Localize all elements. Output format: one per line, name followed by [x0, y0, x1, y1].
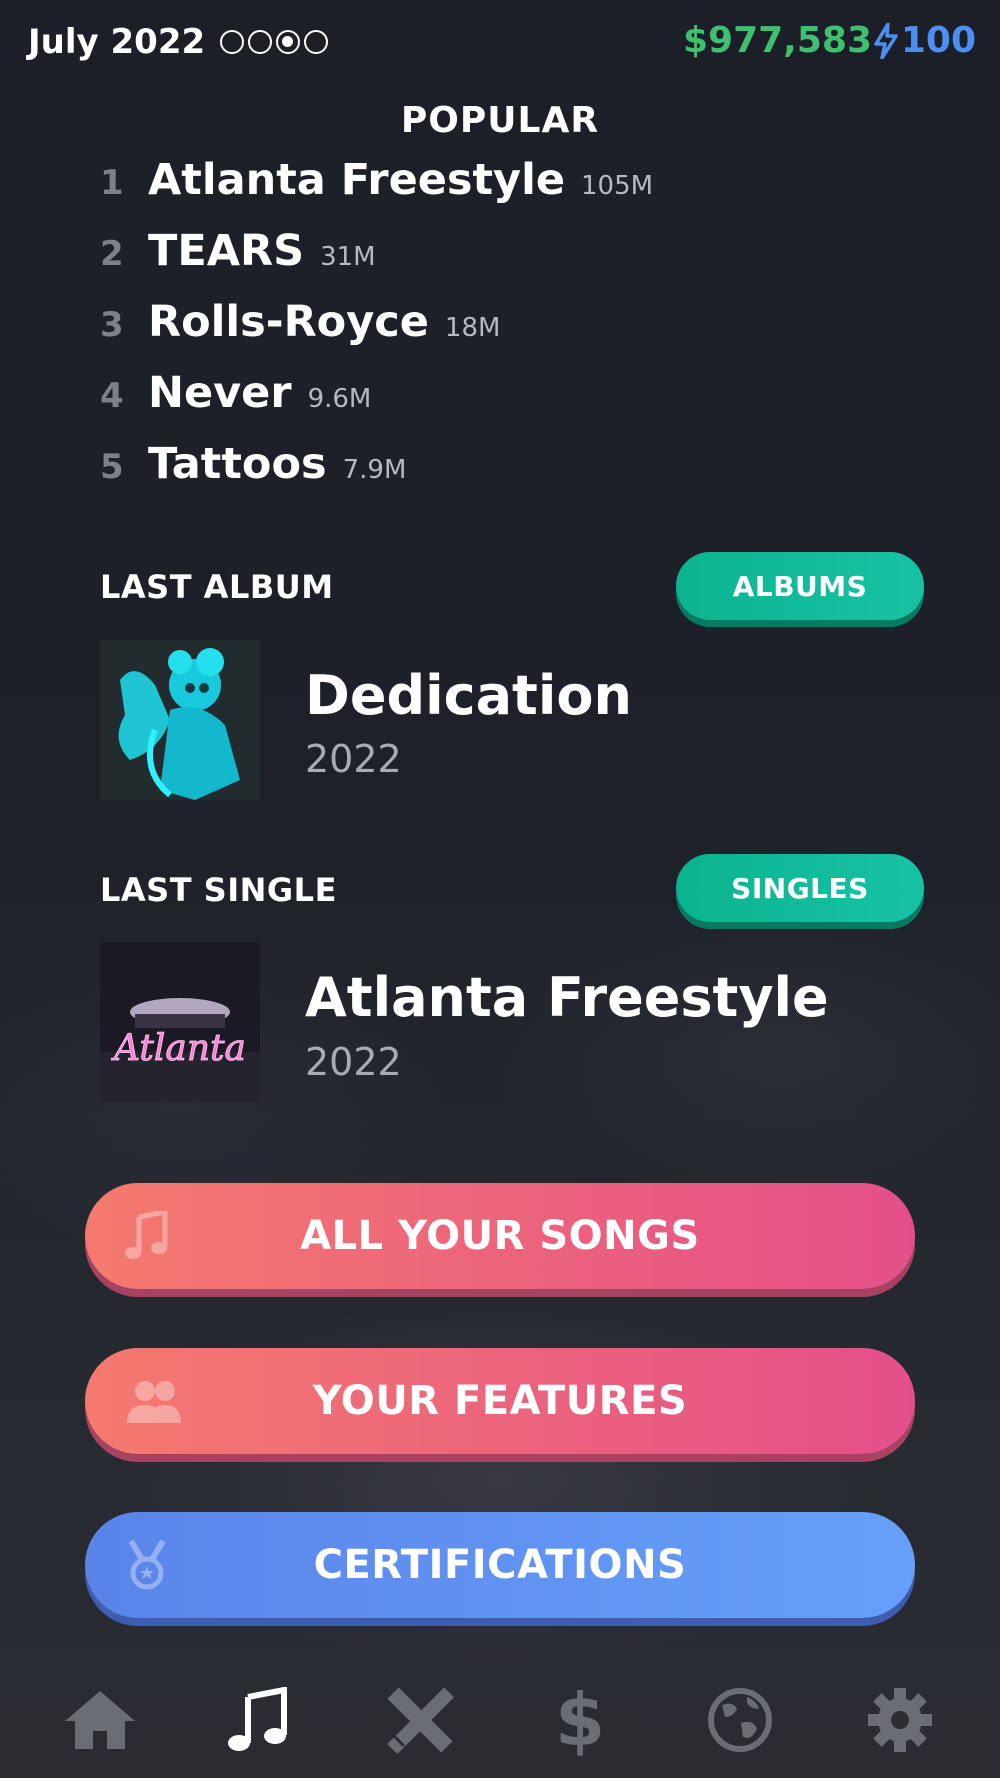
popular-song-row[interactable]: 2 TEARS 31M — [100, 226, 376, 276]
last-single-label: LAST SINGLE — [100, 871, 337, 909]
popular-song-row[interactable]: 4 Never 9.6M — [100, 368, 371, 418]
pencil-ruler-icon — [387, 1687, 454, 1754]
single-cover-text: Atlanta — [111, 1028, 246, 1069]
current-date: July 2022 — [28, 22, 206, 62]
single-title: Atlanta Freestyle — [305, 966, 829, 1029]
last-album-label: LAST ALBUM — [100, 568, 334, 606]
lightning-icon — [874, 22, 898, 59]
song-streams: 7.9M — [342, 455, 407, 485]
song-name: Atlanta Freestyle — [148, 155, 565, 205]
song-rank: 1 — [100, 163, 124, 203]
popular-song-row[interactable]: 5 Tattoos 7.9M — [100, 439, 406, 489]
song-name: Never — [148, 368, 292, 418]
nav-settings[interactable] — [860, 1680, 940, 1760]
dollar-icon: $ — [554, 1678, 606, 1762]
nav-home[interactable] — [60, 1680, 140, 1760]
singles-button[interactable]: SINGLES — [676, 854, 924, 922]
energy-counter: 100 — [873, 20, 976, 61]
single-cover-art: Atlanta — [100, 942, 260, 1102]
single-cover[interactable]: Atlanta — [100, 942, 260, 1102]
music-note-icon — [125, 1211, 168, 1259]
song-rank: 4 — [100, 376, 124, 416]
song-rank: 3 — [100, 305, 124, 345]
nav-music[interactable] — [218, 1680, 298, 1760]
nav-create[interactable] — [380, 1680, 460, 1760]
home-icon — [65, 1691, 135, 1749]
popular-song-row[interactable]: 3 Rolls-Royce 18M — [100, 297, 500, 347]
features-label: YOUR FEATURES — [312, 1378, 688, 1424]
week-dot — [220, 30, 244, 54]
song-name: Tattoos — [148, 439, 327, 489]
bottom-nav: $ — [0, 1680, 1000, 1760]
energy-value: 100 — [900, 20, 976, 61]
gear-icon — [868, 1688, 932, 1752]
all-songs-button[interactable]: ALL YOUR SONGS — [85, 1183, 915, 1289]
all-songs-label: ALL YOUR SONGS — [300, 1213, 700, 1259]
album-year: 2022 — [305, 737, 402, 781]
album-cover[interactable] — [100, 640, 260, 800]
week-dot — [304, 30, 328, 54]
certifications-button[interactable]: CERTIFICATIONS — [85, 1512, 915, 1618]
music-note-icon — [228, 1687, 287, 1751]
globe-icon — [708, 1688, 772, 1752]
users-icon — [127, 1381, 181, 1423]
nav-money[interactable]: $ — [540, 1680, 620, 1760]
albums-button[interactable]: ALBUMS — [676, 552, 924, 620]
money-balance: $977,583 — [682, 20, 872, 61]
popular-title: POPULAR — [400, 100, 600, 141]
song-rank: 5 — [100, 447, 124, 487]
single-year: 2022 — [305, 1040, 402, 1084]
song-streams: 9.6M — [307, 384, 372, 414]
week-dot-current — [276, 30, 300, 54]
features-button[interactable]: YOUR FEATURES — [85, 1348, 915, 1454]
song-name: TEARS — [148, 226, 305, 276]
song-rank: 2 — [100, 234, 124, 274]
week-indicator — [220, 30, 328, 54]
popular-song-row[interactable]: 1 Atlanta Freestyle 105M — [100, 155, 653, 205]
medal-icon — [128, 1539, 166, 1590]
week-dot — [248, 30, 272, 54]
nav-world[interactable] — [700, 1680, 780, 1760]
certifications-label: CERTIFICATIONS — [313, 1542, 687, 1588]
song-streams: 105M — [580, 171, 654, 201]
song-streams: 18M — [444, 313, 501, 343]
song-streams: 31M — [320, 242, 376, 272]
album-cover-art — [100, 640, 260, 800]
album-title: Dedication — [305, 664, 632, 727]
song-name: Rolls-Royce — [148, 297, 429, 347]
